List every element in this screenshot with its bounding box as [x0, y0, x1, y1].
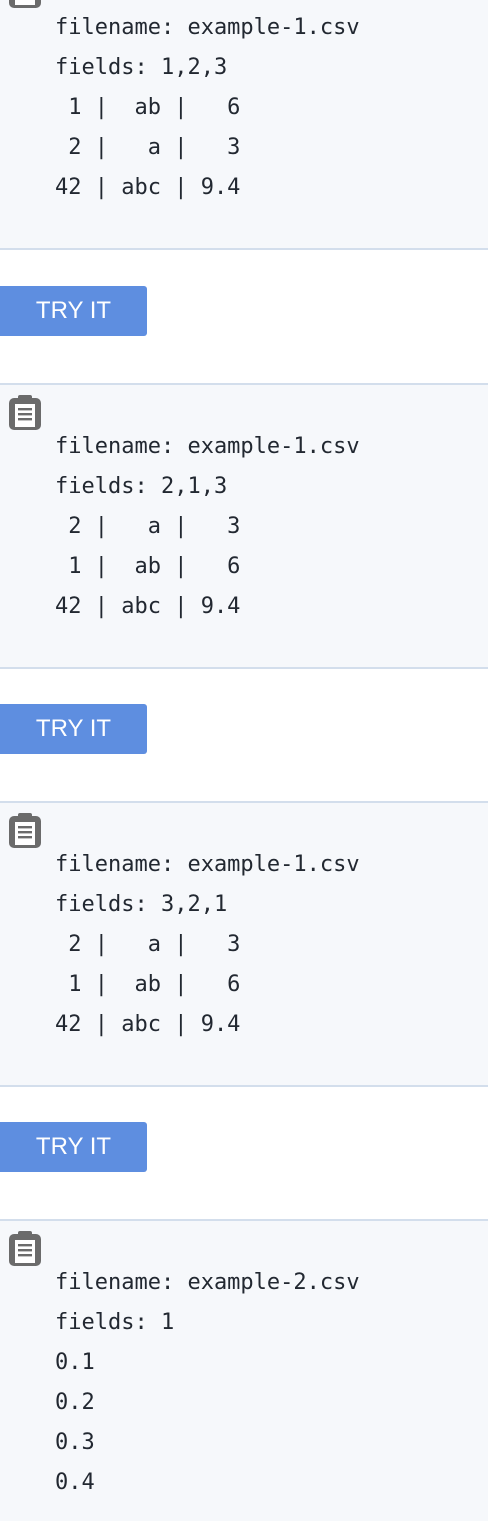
try-it-button[interactable]: TRY IT [0, 286, 147, 336]
clipboard-icon[interactable] [7, 0, 43, 9]
code-text: filename: example-1.csv fields: 1,2,3 1 |… [55, 8, 360, 208]
code-text: filename: example-1.csv fields: 3,2,1 2 |… [55, 845, 360, 1045]
code-line: 42 | abc | 9.4 [55, 175, 241, 200]
code-line: 2 | a | 3 [55, 135, 241, 160]
code-line: 42 | abc | 9.4 [55, 594, 241, 619]
code-line: 0.4 [55, 1470, 95, 1495]
code-line: filename: example-2.csv [55, 1270, 360, 1295]
code-line: fields: 2,1,3 [55, 474, 228, 499]
code-line: filename: example-1.csv [55, 434, 360, 459]
code-line: 1 | ab | 6 [55, 972, 241, 997]
code-block-4: filename: example-2.csv fields: 1 0.1 0.2 0.… [0, 1219, 488, 1521]
code-line: 0.3 [55, 1430, 95, 1455]
code-block-1: filename: example-1.csv fields: 1,2,3 1 |… [0, 0, 488, 250]
try-it-button[interactable]: TRY IT [0, 1122, 147, 1172]
code-line: 2 | a | 3 [55, 514, 241, 539]
clipboard-icon[interactable] [7, 1231, 43, 1267]
code-line: 2 | a | 3 [55, 932, 241, 957]
code-block-2: filename: example-1.csv fields: 2,1,3 2 |… [0, 383, 488, 669]
code-line: filename: example-1.csv [55, 15, 360, 40]
code-line: 42 | abc | 9.4 [55, 1012, 241, 1037]
code-line: filename: example-1.csv [55, 852, 360, 877]
code-line: fields: 1 [55, 1310, 175, 1335]
code-block-3: filename: example-1.csv fields: 3,2,1 2 |… [0, 801, 488, 1087]
clipboard-icon[interactable] [7, 395, 43, 431]
code-line: 0.2 [55, 1390, 95, 1415]
clipboard-icon[interactable] [7, 813, 43, 849]
code-line: 1 | ab | 6 [55, 554, 241, 579]
code-line: fields: 3,2,1 [55, 892, 228, 917]
code-text: filename: example-1.csv fields: 2,1,3 2 |… [55, 427, 360, 627]
code-line: 1 | ab | 6 [55, 95, 241, 120]
code-line: fields: 1,2,3 [55, 55, 228, 80]
code-text: filename: example-2.csv fields: 1 0.1 0.2 0.… [55, 1263, 360, 1503]
try-it-button[interactable]: TRY IT [0, 704, 147, 754]
code-line: 0.1 [55, 1350, 95, 1375]
